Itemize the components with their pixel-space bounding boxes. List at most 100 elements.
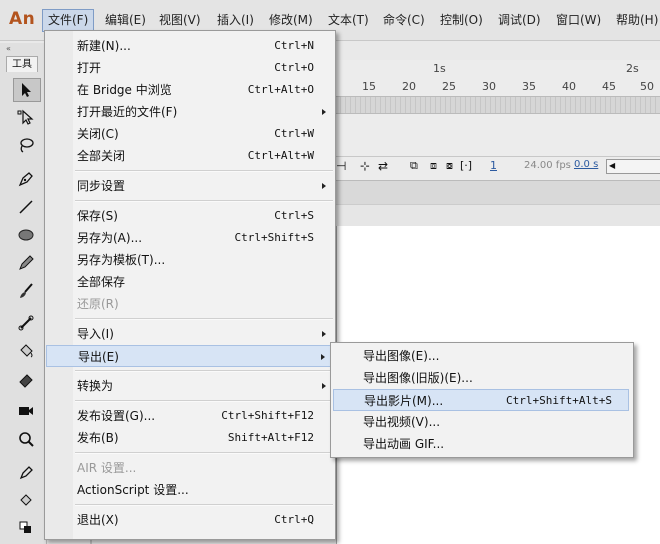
lasso-tool-icon[interactable] — [14, 134, 40, 156]
oval-tool-icon[interactable] — [14, 224, 40, 246]
frames-strip[interactable] — [336, 96, 660, 114]
frame-number: 40 — [562, 80, 576, 93]
edit-multiple-icon[interactable]: ⧇ — [446, 159, 453, 173]
menu-control[interactable]: 控制(O) — [435, 10, 488, 31]
loop-icon[interactable]: ⇄ — [378, 159, 388, 173]
menu-view[interactable]: 视图(V) — [154, 10, 206, 31]
menu-edit[interactable]: 编辑(E) — [100, 10, 151, 31]
submenu-item-export-movie[interactable]: 导出影片(M)... Ctrl+Shift+Alt+S — [333, 389, 629, 411]
menu-item-new[interactable]: 新建(N)... Ctrl+N — [46, 35, 334, 57]
eraser-tool-icon[interactable] — [14, 368, 40, 390]
menu-commands[interactable]: 命令(C) — [378, 10, 430, 31]
camera-tool-icon[interactable] — [14, 400, 40, 422]
menu-text[interactable]: 文本(T) — [323, 10, 374, 31]
submenu-item-label: 导出视频(V)... — [363, 415, 441, 429]
menu-separator — [75, 452, 333, 454]
menu-item-label: 同步设置 — [77, 179, 126, 193]
menu-item-actionscript-settings[interactable]: ActionScript 设置... — [46, 479, 334, 501]
menu-item-label: 打开 — [77, 61, 102, 75]
menu-item-open[interactable]: 打开 Ctrl+O — [46, 57, 334, 79]
menu-item-open-recent[interactable]: 打开最近的文件(F) — [46, 101, 334, 123]
menu-file[interactable]: 文件(F) — [42, 9, 95, 32]
menu-item-label: 保存(S) — [77, 209, 118, 223]
menu-item-import[interactable]: 导入(I) — [46, 323, 334, 345]
menu-item-publish[interactable]: 发布(B) Shift+Alt+F12 — [46, 427, 334, 449]
brush-tool-icon[interactable] — [14, 280, 40, 302]
menu-help[interactable]: 帮助(H) — [611, 10, 660, 31]
app-logo: An — [9, 9, 36, 29]
timeline-scrollbar[interactable]: ◀ — [606, 159, 660, 174]
frame-number: 30 — [482, 80, 496, 93]
modify-markers-icon[interactable]: [·] — [460, 159, 472, 172]
center-frame-icon[interactable]: ⊹ — [360, 159, 370, 173]
submenu-item-label: 导出图像(E)... — [363, 349, 440, 363]
stroke-color-icon[interactable] — [14, 462, 40, 484]
onion-outline-icon[interactable]: ⧈ — [430, 159, 437, 173]
menu-item-shortcut: Shift+Alt+F12 — [227, 431, 314, 444]
submenu-arrow-icon — [322, 183, 326, 189]
scroll-left-icon[interactable]: ◀ — [609, 161, 615, 170]
line-tool-icon[interactable] — [14, 196, 40, 218]
menu-item-shortcut: Ctrl+Shift+F12 — [221, 409, 314, 422]
menu-insert[interactable]: 插入(I) — [212, 10, 259, 31]
menu-item-shortcut: Ctrl+Shift+S — [234, 231, 314, 244]
toolbox-tab[interactable]: 工具 — [6, 56, 38, 72]
menu-debug[interactable]: 调试(D) — [493, 10, 546, 31]
menu-item-save[interactable]: 保存(S) Ctrl+S — [46, 205, 334, 227]
menu-item-save-all[interactable]: 全部保存 — [46, 271, 334, 293]
menu-item-label: 在 Bridge 中浏览 — [77, 83, 172, 97]
submenu-item-export-image-legacy[interactable]: 导出图像(旧版)(E)... — [333, 367, 629, 389]
submenu-arrow-icon — [321, 354, 325, 360]
menu-item-air-settings: AIR 设置... — [46, 457, 334, 479]
submenu-item-export-gif[interactable]: 导出动画 GIF... — [333, 433, 629, 455]
menu-item-sync-settings[interactable]: 同步设置 — [46, 175, 334, 197]
fill-color-icon[interactable] — [14, 490, 40, 512]
swap-colors-icon[interactable] — [14, 516, 40, 538]
submenu-item-label: 导出影片(M)... — [364, 394, 444, 408]
zoom-tool-icon[interactable] — [14, 428, 40, 450]
current-frame[interactable]: 1 — [490, 159, 497, 172]
menu-item-label: 发布(B) — [77, 431, 119, 445]
menu-item-close[interactable]: 关闭(C) Ctrl+W — [46, 123, 334, 145]
menu-item-label: 还原(R) — [77, 297, 119, 311]
menu-separator — [75, 170, 333, 172]
menu-item-label: 打开最近的文件(F) — [77, 105, 178, 119]
menu-item-exit[interactable]: 退出(X) Ctrl+Q — [46, 509, 334, 531]
frame-rate[interactable]: 24.00 fps — [524, 160, 571, 171]
elapsed-time[interactable]: 0.0 s — [574, 159, 598, 170]
menu-item-export[interactable]: 导出(E) — [46, 345, 334, 367]
bone-tool-icon[interactable] — [14, 312, 40, 334]
submenu-item-export-video[interactable]: 导出视频(V)... — [333, 411, 629, 433]
paint-bucket-tool-icon[interactable] — [14, 340, 40, 362]
menu-item-publish-settings[interactable]: 发布设置(G)... Ctrl+Shift+F12 — [46, 405, 334, 427]
menu-item-browse-bridge[interactable]: 在 Bridge 中浏览 Ctrl+Alt+O — [46, 79, 334, 101]
selection-tool-icon[interactable] — [13, 78, 41, 102]
stage-tab-bar — [336, 180, 660, 205]
menu-item-label: 全部关闭 — [77, 149, 126, 163]
subselection-tool-icon[interactable] — [14, 106, 40, 128]
onion-skin-icon[interactable]: ⧉ — [410, 159, 418, 173]
menu-item-save-as-template[interactable]: 另存为模板(T)... — [46, 249, 334, 271]
collapse-icon[interactable]: « — [6, 44, 11, 53]
timeline-controls: ⊣ ⊹ ⇄ ⧉ ⧈ ⧇ [·] 1 24.00 fps 0.0 s ◀ — [336, 156, 660, 177]
pencil-tool-icon[interactable] — [14, 252, 40, 274]
menu-item-shortcut: Ctrl+N — [274, 39, 314, 52]
frame-number: 15 — [362, 80, 376, 93]
menu-item-shortcut: Ctrl+Alt+W — [247, 149, 314, 162]
menu-separator — [75, 370, 333, 372]
menu-modify[interactable]: 修改(M) — [264, 10, 318, 31]
submenu-item-export-image[interactable]: 导出图像(E)... — [333, 345, 629, 367]
menu-item-close-all[interactable]: 全部关闭 Ctrl+Alt+W — [46, 145, 334, 167]
pen-tool-icon[interactable] — [14, 168, 40, 190]
timeline-ruler: 1s 2s 15 20 25 30 35 40 45 50 — [336, 62, 660, 96]
menu-item-revert: 还原(R) — [46, 293, 334, 315]
file-menu: 新建(N)... Ctrl+N 打开 Ctrl+O 在 Bridge 中浏览 C… — [44, 30, 336, 540]
menu-item-convert-to[interactable]: 转换为 — [46, 375, 334, 397]
menu-window[interactable]: 窗口(W) — [551, 10, 606, 31]
menu-item-save-as[interactable]: 另存为(A)... Ctrl+Shift+S — [46, 227, 334, 249]
menu-separator — [75, 504, 333, 506]
step-icon[interactable]: ⊣ — [336, 159, 346, 173]
export-submenu: 导出图像(E)... 导出图像(旧版)(E)... 导出影片(M)... Ctr… — [330, 342, 634, 458]
menu-item-shortcut: Ctrl+Q — [274, 513, 314, 526]
menu-item-label: 新建(N)... — [77, 39, 131, 53]
